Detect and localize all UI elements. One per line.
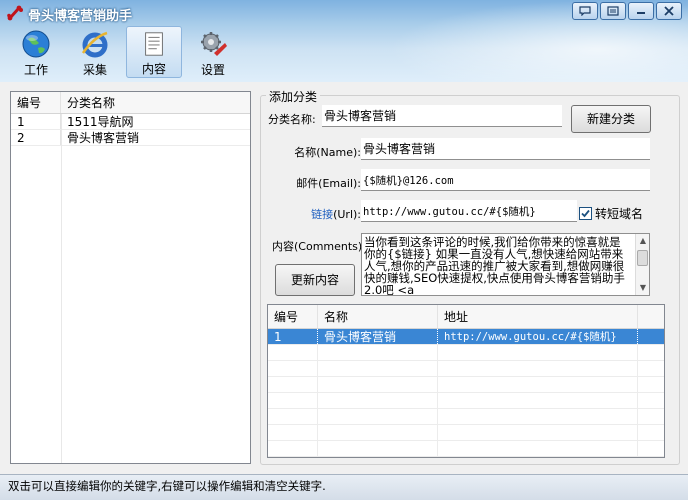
cell-name: 1511导航网 bbox=[67, 115, 134, 129]
tool-label: 工作 bbox=[23, 63, 48, 77]
tool-settings[interactable]: 设置 bbox=[185, 26, 241, 78]
menu-button[interactable] bbox=[600, 2, 626, 20]
feedback-button[interactable] bbox=[572, 2, 598, 20]
table-row[interactable]: 1 骨头博客营销 http://www.gutou.cc/#{$随机} bbox=[268, 329, 664, 345]
chat-bubble-icon bbox=[579, 6, 591, 16]
document-icon bbox=[145, 32, 163, 56]
group-title: 添加分类 bbox=[266, 88, 321, 105]
scroll-up-icon[interactable]: ▲ bbox=[636, 234, 649, 248]
content-grid-header: 编号 名称 地址 bbox=[268, 305, 664, 329]
scroll-down-icon[interactable]: ▼ bbox=[636, 281, 649, 295]
title-bar: 骨头博客营销助手 工作 采集 内容 设置 bbox=[0, 0, 688, 82]
cell-name: 骨头博客营销 bbox=[318, 329, 438, 344]
content-scrollbar[interactable]: ▲ ▼ bbox=[635, 234, 649, 295]
checkbox[interactable] bbox=[579, 207, 592, 220]
checkmark-icon bbox=[581, 209, 590, 218]
column-header-name[interactable]: 分类名称 bbox=[61, 92, 250, 113]
name-label: 名称(Name): bbox=[294, 146, 361, 159]
tool-content[interactable]: 内容 bbox=[126, 26, 182, 78]
cell-url: http://www.gutou.cc/#{$随机} bbox=[438, 329, 638, 344]
column-header-no[interactable]: 编号 bbox=[11, 92, 61, 113]
cell-no: 1 bbox=[11, 114, 61, 129]
column-header-url[interactable]: 地址 bbox=[438, 305, 638, 328]
cell-no: 2 bbox=[11, 130, 61, 145]
content-grid[interactable]: 编号 名称 地址 1 骨头博客营销 http://www.gutou.cc/#{… bbox=[267, 304, 665, 458]
content-text: 当你看到这条评论的时候,我们给你带来的惊喜就是 你的{$链接} 如果一直没有人气… bbox=[364, 235, 625, 296]
column-header-name[interactable]: 名称 bbox=[318, 305, 438, 328]
shorten-url-label: 转短域名 bbox=[595, 207, 644, 221]
column-header-no[interactable]: 编号 bbox=[268, 305, 318, 328]
email-field[interactable]: {$随机}@126.com bbox=[361, 169, 650, 191]
url-link-text[interactable]: 链接 bbox=[311, 208, 333, 221]
status-bar: 双击可以直接编辑你的关键字,右键可以操作编辑和清空关键字. bbox=[0, 474, 688, 500]
shorten-url-checkbox[interactable]: 转短域名 bbox=[579, 205, 643, 222]
email-label: 邮件(Email): bbox=[296, 177, 361, 190]
category-list[interactable]: 编号 分类名称 1 1511导航网 2 骨头博客营销 bbox=[10, 91, 251, 464]
new-category-button[interactable]: 新建分类 bbox=[571, 105, 651, 133]
cell-no: 1 bbox=[268, 329, 318, 344]
close-button[interactable] bbox=[656, 2, 682, 20]
globe-icon bbox=[22, 30, 50, 58]
category-list-header: 编号 分类名称 bbox=[11, 92, 250, 114]
tool-collect[interactable]: 采集 bbox=[67, 26, 123, 78]
content-textarea[interactable]: 当你看到这条评论的时候,我们给你带来的惊喜就是 你的{$链接} 如果一直没有人气… bbox=[361, 233, 650, 296]
window-menu-icon bbox=[607, 6, 619, 16]
list-item[interactable]: 2 骨头博客营销 bbox=[11, 130, 250, 146]
name-field[interactable]: 骨头博客营销 bbox=[361, 138, 650, 160]
tool-label: 内容 bbox=[141, 62, 166, 76]
tools-gear-icon bbox=[201, 32, 227, 56]
url-field[interactable]: http://www.gutou.cc/#{$随机} bbox=[361, 200, 577, 222]
url-label-rest: (Url): bbox=[333, 208, 361, 221]
close-icon bbox=[664, 6, 674, 16]
app-title: 骨头博客营销助手 bbox=[28, 9, 133, 24]
bone-logo-icon bbox=[7, 5, 23, 21]
content-label: 内容(Comments): bbox=[272, 240, 366, 253]
tool-label: 设置 bbox=[200, 63, 225, 77]
minimize-icon bbox=[637, 12, 645, 14]
category-label: 分类名称: bbox=[268, 113, 316, 126]
tool-label: 采集 bbox=[82, 63, 107, 77]
ie-icon bbox=[81, 31, 108, 58]
cell-name: 骨头博客营销 bbox=[67, 131, 140, 145]
scroll-thumb[interactable] bbox=[637, 250, 648, 266]
tool-work[interactable]: 工作 bbox=[8, 26, 64, 78]
minimize-button[interactable] bbox=[628, 2, 654, 20]
url-label: 链接(Url): bbox=[290, 206, 361, 222]
category-field[interactable]: 骨头博客营销 bbox=[322, 105, 562, 127]
list-item[interactable]: 1 1511导航网 bbox=[11, 114, 250, 130]
update-content-button[interactable]: 更新内容 bbox=[275, 264, 355, 296]
